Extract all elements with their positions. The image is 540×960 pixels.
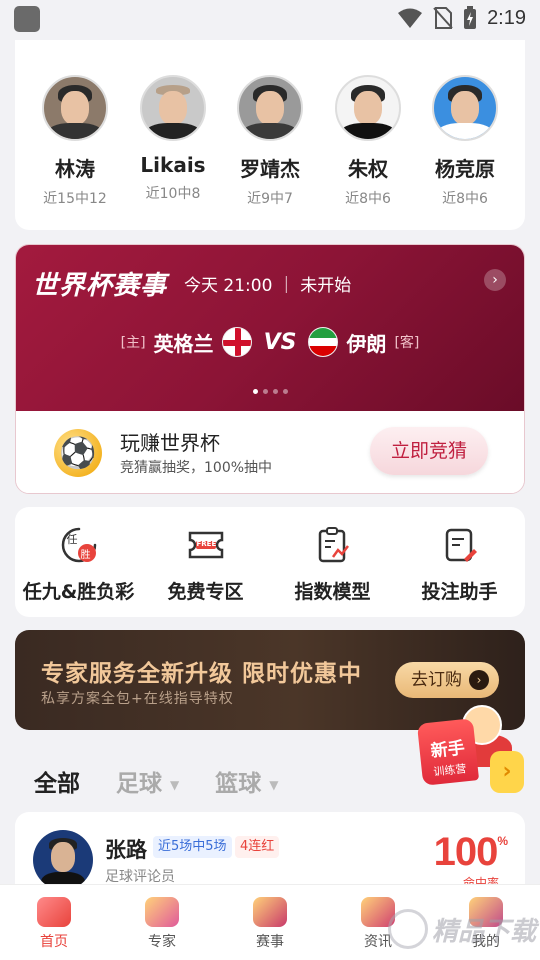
site-watermark: 精品下载	[388, 906, 538, 952]
ren9-icon: 任 胜	[59, 525, 99, 565]
expert-card[interactable]: 林涛 近15中12	[25, 75, 125, 208]
quick-item-bet-helper[interactable]: 投注助手	[396, 525, 523, 604]
home-team: 英格兰	[153, 331, 214, 356]
training-camp-label: 训练营	[432, 762, 468, 779]
expert-name: 张路	[105, 838, 147, 862]
list-item[interactable]: 张路 近5场中5场 4连红 足球评论员 100% 命中率	[15, 812, 525, 892]
expert-record: 近15中12	[43, 191, 107, 207]
wifi-icon	[398, 8, 423, 28]
vip-subtitle: 私享方案全包+在线指导特权	[41, 691, 234, 707]
expert-record: 近8中6	[345, 191, 391, 207]
expert-card[interactable]: 罗靖杰 近9中7	[220, 75, 320, 208]
trophy-icon	[253, 897, 287, 927]
ren9-icon-top-text: 任	[66, 533, 78, 546]
subscribe-button[interactable]: 去订购 ›	[395, 662, 499, 698]
expert-carousel: 林涛 近15中12 Likais 近10中8 罗靖杰 近9中7 朱权 近8中6 …	[15, 40, 525, 230]
ren9-icon-badge-text: 胜	[80, 550, 91, 561]
expert-role: 足球评论员	[105, 869, 175, 885]
quick-item-label: 免费专区	[167, 581, 244, 603]
app-notification-icon	[14, 6, 40, 32]
expert-card[interactable]: 杨竞原 近8中6	[415, 75, 515, 208]
carousel-indicator	[16, 389, 524, 394]
home-ball-icon	[37, 897, 71, 927]
football-icon: ⚽	[54, 429, 102, 477]
newbie-label: 新手	[429, 738, 466, 762]
expert-name: 朱权	[348, 157, 388, 181]
caret-down-icon: ▼	[170, 777, 180, 792]
clock: 2:19	[487, 6, 526, 29]
quick-item-label: 任九&胜负彩	[22, 581, 135, 603]
match-time: 今天 21:00 ｜ 未开始	[184, 276, 352, 296]
worldcup-banner[interactable]: 世界杯赛事 今天 21:00 ｜ 未开始 › [主] 英格兰 VS 伊朗 [客]…	[15, 244, 525, 494]
nav-matches[interactable]: 赛事	[216, 885, 324, 960]
expert-name: Likais	[140, 153, 206, 177]
iran-flag-icon	[308, 327, 339, 357]
nav-home[interactable]: 首页	[0, 885, 108, 960]
note-edit-icon	[440, 525, 480, 565]
away-team: 伊朗	[346, 331, 387, 356]
free-icon-text: FREE	[196, 540, 217, 548]
expert-record: 近8中6	[442, 191, 488, 207]
quick-menu: 任 胜 任九&胜负彩 FREE 免费专区 指数模型 投注助手	[15, 507, 525, 617]
quick-item-label: 投注助手	[421, 581, 498, 603]
avatar	[335, 75, 401, 141]
quick-item-free[interactable]: FREE 免费专区	[142, 525, 269, 604]
hit-rate: 100%	[433, 830, 508, 874]
expert-card[interactable]: 朱权 近8中6	[318, 75, 418, 208]
avatar	[42, 75, 108, 141]
battery-charging-icon	[464, 6, 477, 29]
tab-football[interactable]: 足球 ▼	[116, 764, 179, 798]
england-flag-icon	[221, 327, 252, 357]
nav-experts[interactable]: 专家	[108, 885, 216, 960]
no-sim-icon	[433, 7, 453, 29]
expert-name: 杨竞原	[435, 157, 495, 181]
avatar	[432, 75, 498, 141]
avatar	[237, 75, 303, 141]
away-tag: [客]	[394, 335, 420, 351]
promo-subtitle: 竞猜赢抽奖，100%抽中	[120, 460, 273, 476]
vs-label: VS	[263, 329, 297, 355]
clipboard-chart-icon	[313, 525, 353, 565]
quick-item-label: 指数模型	[294, 581, 371, 603]
avatar	[140, 75, 206, 141]
newbie-training-badge[interactable]: 新手 训练营 ›	[416, 705, 526, 801]
status-bar: 2:19	[0, 0, 540, 40]
expert-name: 林涛	[55, 157, 95, 181]
worldcup-title: 世界杯赛事	[32, 271, 168, 301]
home-tag: [主]	[120, 335, 146, 351]
free-ticket-icon: FREE	[186, 525, 226, 565]
play-arrow-icon: ›	[490, 751, 524, 793]
subscribe-label: 去订购	[411, 670, 462, 690]
expert-name: 罗靖杰	[240, 157, 300, 181]
win-streak-badge: 4连红	[235, 836, 280, 858]
avatar	[33, 830, 93, 890]
expert-record: 近9中7	[247, 191, 293, 207]
streak-badge: 近5场中5场	[153, 836, 232, 858]
expert-card[interactable]: Likais 近10中8	[123, 75, 223, 203]
chevron-right-icon[interactable]: ›	[484, 269, 506, 291]
experts-icon	[145, 897, 179, 927]
tab-all[interactable]: 全部	[34, 764, 80, 798]
caret-down-icon: ▼	[269, 777, 279, 792]
category-tabs: 全部 足球 ▼ 篮球 ▼	[34, 764, 314, 798]
chevron-right-icon: ›	[469, 670, 489, 690]
match-row: [主] 英格兰 VS 伊朗 [客]	[16, 327, 524, 357]
tab-basketball[interactable]: 篮球 ▼	[215, 764, 278, 798]
quick-item-index-model[interactable]: 指数模型	[269, 525, 396, 604]
expert-record: 近10中8	[145, 186, 201, 202]
vip-title: 专家服务全新升级 限时优惠中	[41, 661, 363, 687]
promo-title: 玩赚世界杯	[120, 431, 220, 455]
bet-now-button[interactable]: 立即竞猜	[370, 427, 488, 475]
quick-item-ren9[interactable]: 任 胜 任九&胜负彩	[15, 525, 142, 604]
